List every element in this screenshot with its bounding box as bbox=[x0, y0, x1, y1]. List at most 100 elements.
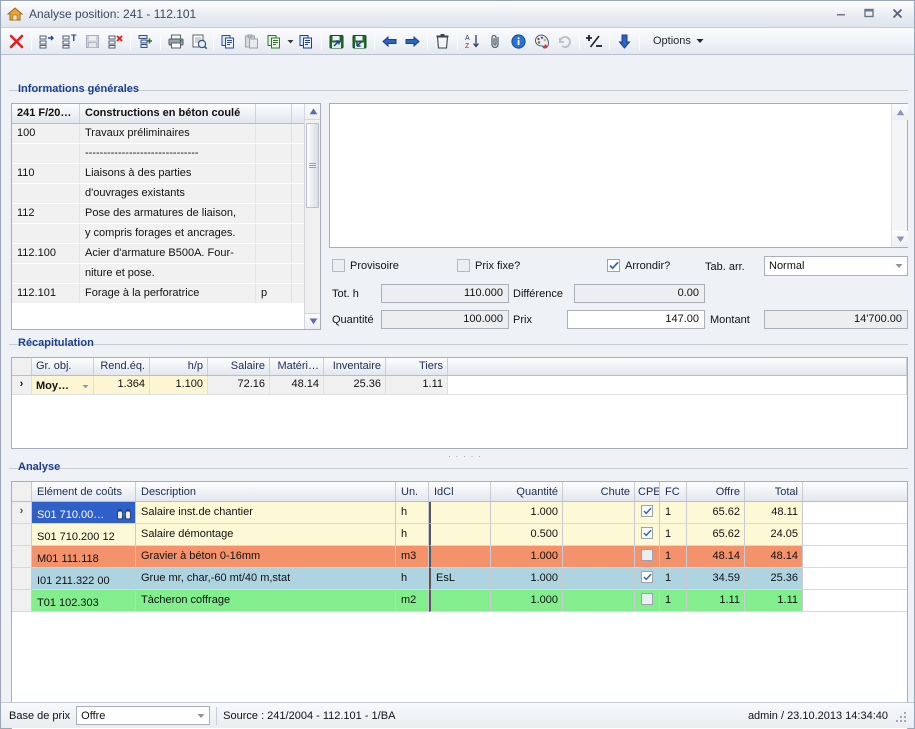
table-row[interactable]: I01 211.322 00 Grue mr, char,-60 mt/40 m,… bbox=[12, 568, 907, 590]
cell-cpe[interactable] bbox=[635, 590, 660, 612]
close-button[interactable] bbox=[884, 3, 910, 23]
cell-rend-eq[interactable]: 1.364 bbox=[94, 376, 150, 395]
sort-az-icon[interactable]: A Z bbox=[461, 30, 484, 53]
cell-element-de-couts[interactable]: I01 211.322 00 bbox=[32, 568, 136, 590]
cell-total[interactable]: 48.14 bbox=[745, 546, 803, 568]
table-row[interactable]: 110 Liaisons à des parties bbox=[12, 164, 320, 184]
palette-icon[interactable] bbox=[530, 30, 553, 53]
notes-memo-text[interactable] bbox=[330, 104, 891, 247]
scroll-down-arrow[interactable] bbox=[305, 313, 320, 329]
base-de-prix-select[interactable]: Offre bbox=[76, 706, 211, 725]
column-header-code[interactable]: 241 F/20… bbox=[12, 104, 80, 123]
cell-chute[interactable] bbox=[563, 502, 635, 524]
splitter-handle[interactable]: · · · · · bbox=[448, 451, 482, 461]
cell-description[interactable]: Salaire inst.de chantier bbox=[136, 502, 396, 524]
column-header-rend-eq[interactable]: Rend.éq. bbox=[94, 358, 150, 375]
cpe-checkbox[interactable] bbox=[641, 505, 653, 517]
column-header-tiers[interactable]: Tiers bbox=[386, 358, 448, 375]
prix-field[interactable]: 147.00 bbox=[567, 310, 705, 329]
notes-memo[interactable] bbox=[329, 103, 908, 248]
table-row[interactable]: 100 Travaux préliminaires bbox=[12, 124, 320, 144]
cell-description[interactable]: Tàcheron coffrage bbox=[136, 590, 396, 612]
prix-fixe-checkbox[interactable]: Prix fixe? bbox=[457, 259, 520, 272]
cell-gr-obj[interactable]: Moy… bbox=[32, 376, 94, 395]
table-row[interactable]: › S01 710.00… Salaire inst.de chantier h 1.0… bbox=[12, 502, 907, 524]
cell-offre[interactable]: 34.59 bbox=[687, 568, 745, 590]
paste-blue-icon[interactable] bbox=[295, 30, 318, 53]
table-row[interactable]: › Moy… 1.364 1.100 72.16 48.14 25.36 1.11 bbox=[12, 376, 907, 395]
cell-quantite[interactable]: 1.000 bbox=[491, 546, 563, 568]
cell-chute[interactable] bbox=[563, 524, 635, 546]
quantite-field[interactable]: 100.000 bbox=[381, 310, 509, 329]
cell-total[interactable]: 25.36 bbox=[745, 568, 803, 590]
cell-offre[interactable]: 1.11 bbox=[687, 590, 745, 612]
checkbox-box[interactable] bbox=[457, 259, 470, 272]
column-header-unit[interactable]: Un. bbox=[396, 482, 429, 501]
info-icon[interactable] bbox=[507, 30, 530, 53]
delete-row-icon[interactable] bbox=[104, 30, 127, 53]
tab-arr-select[interactable]: Normal bbox=[764, 256, 908, 276]
table-row[interactable]: 112 Pose des armatures de liaison, bbox=[12, 204, 320, 224]
cell-fc[interactable]: 1 bbox=[660, 524, 687, 546]
red-x-icon[interactable] bbox=[5, 30, 28, 53]
tot-h-field[interactable]: 110.000 bbox=[381, 284, 509, 303]
scroll-thumb[interactable] bbox=[306, 123, 319, 208]
trash-icon[interactable] bbox=[431, 30, 454, 53]
cell-cpe[interactable] bbox=[635, 546, 660, 568]
informations-grid-scrollbar[interactable] bbox=[304, 104, 320, 329]
cell-spacer[interactable] bbox=[448, 376, 907, 395]
column-header-description[interactable]: Description bbox=[136, 482, 396, 501]
table-row[interactable]: S01 710.200 12 Salaire démontage h 0.500 1 65… bbox=[12, 524, 907, 546]
chevron-down-icon[interactable] bbox=[82, 380, 89, 392]
cell-unit[interactable]: h bbox=[396, 524, 429, 546]
print-preview-icon[interactable] bbox=[187, 30, 210, 53]
column-header-fc[interactable]: FC bbox=[660, 482, 687, 501]
plus-minus-icon[interactable] bbox=[583, 30, 606, 53]
cell-hp[interactable]: 1.100 bbox=[150, 376, 208, 395]
scroll-up-arrow[interactable] bbox=[305, 104, 320, 120]
table-row[interactable]: T01 102.303 Tàcheron coffrage m2 1.000 1 1.11… bbox=[12, 590, 907, 612]
column-header-gr-obj[interactable]: Gr. obj. bbox=[32, 358, 94, 375]
cell-cpe[interactable] bbox=[635, 568, 660, 590]
chevron-down-icon[interactable] bbox=[193, 707, 209, 725]
scroll-up-arrow[interactable] bbox=[892, 104, 908, 120]
cell-quantite[interactable]: 0.500 bbox=[491, 524, 563, 546]
cell-chute[interactable] bbox=[563, 590, 635, 612]
cell-description[interactable]: Grue mr, char,-60 mt/40 m,stat bbox=[136, 568, 396, 590]
copy-green-icon[interactable] bbox=[263, 30, 286, 53]
cell-element-de-couts[interactable]: M01 111.118 bbox=[32, 546, 136, 568]
cell-idcl[interactable] bbox=[429, 546, 491, 568]
chevron-down-icon[interactable] bbox=[286, 30, 295, 53]
cell-fc[interactable]: 1 bbox=[660, 502, 687, 524]
column-header-idcl[interactable]: IdCl bbox=[429, 482, 491, 501]
arrondir-checkbox[interactable]: Arrondir? bbox=[607, 259, 670, 272]
cell-unit[interactable]: m2 bbox=[396, 590, 429, 612]
checkbox-box[interactable] bbox=[332, 259, 345, 272]
insert-row-icon[interactable] bbox=[35, 30, 58, 53]
cell-quantite[interactable]: 1.000 bbox=[491, 590, 563, 612]
minimize-button[interactable] bbox=[828, 3, 854, 23]
cell-total[interactable]: 24.05 bbox=[745, 524, 803, 546]
table-row[interactable]: niture et pose. bbox=[12, 264, 320, 284]
cell-description[interactable]: Gravier à béton 0-16mm bbox=[136, 546, 396, 568]
cell-fc[interactable]: 1 bbox=[660, 590, 687, 612]
cell-quantite[interactable]: 1.000 bbox=[491, 568, 563, 590]
resize-grip[interactable] bbox=[894, 710, 906, 722]
checkbox-box[interactable] bbox=[607, 259, 620, 272]
column-header-hp[interactable]: h/p bbox=[150, 358, 208, 375]
column-header-inventaire[interactable]: Inventaire bbox=[324, 358, 386, 375]
cell-idcl[interactable] bbox=[429, 502, 491, 524]
cell-fc[interactable]: 1 bbox=[660, 568, 687, 590]
cpe-checkbox[interactable] bbox=[641, 593, 653, 605]
cell-offre[interactable]: 65.62 bbox=[687, 524, 745, 546]
save-export-icon[interactable] bbox=[325, 30, 348, 53]
montant-field[interactable]: 14'700.00 bbox=[764, 310, 908, 329]
cell-cpe[interactable] bbox=[635, 502, 660, 524]
provisoire-checkbox[interactable]: Provisoire bbox=[332, 259, 399, 272]
cell-element-de-couts[interactable]: S01 710.00… bbox=[32, 502, 136, 524]
cell-fc[interactable]: 1 bbox=[660, 546, 687, 568]
cell-materiaux[interactable]: 48.14 bbox=[270, 376, 324, 395]
scroll-down-arrow[interactable] bbox=[892, 231, 908, 247]
maximize-button[interactable] bbox=[856, 3, 882, 23]
arrow-down-icon[interactable] bbox=[613, 30, 636, 53]
